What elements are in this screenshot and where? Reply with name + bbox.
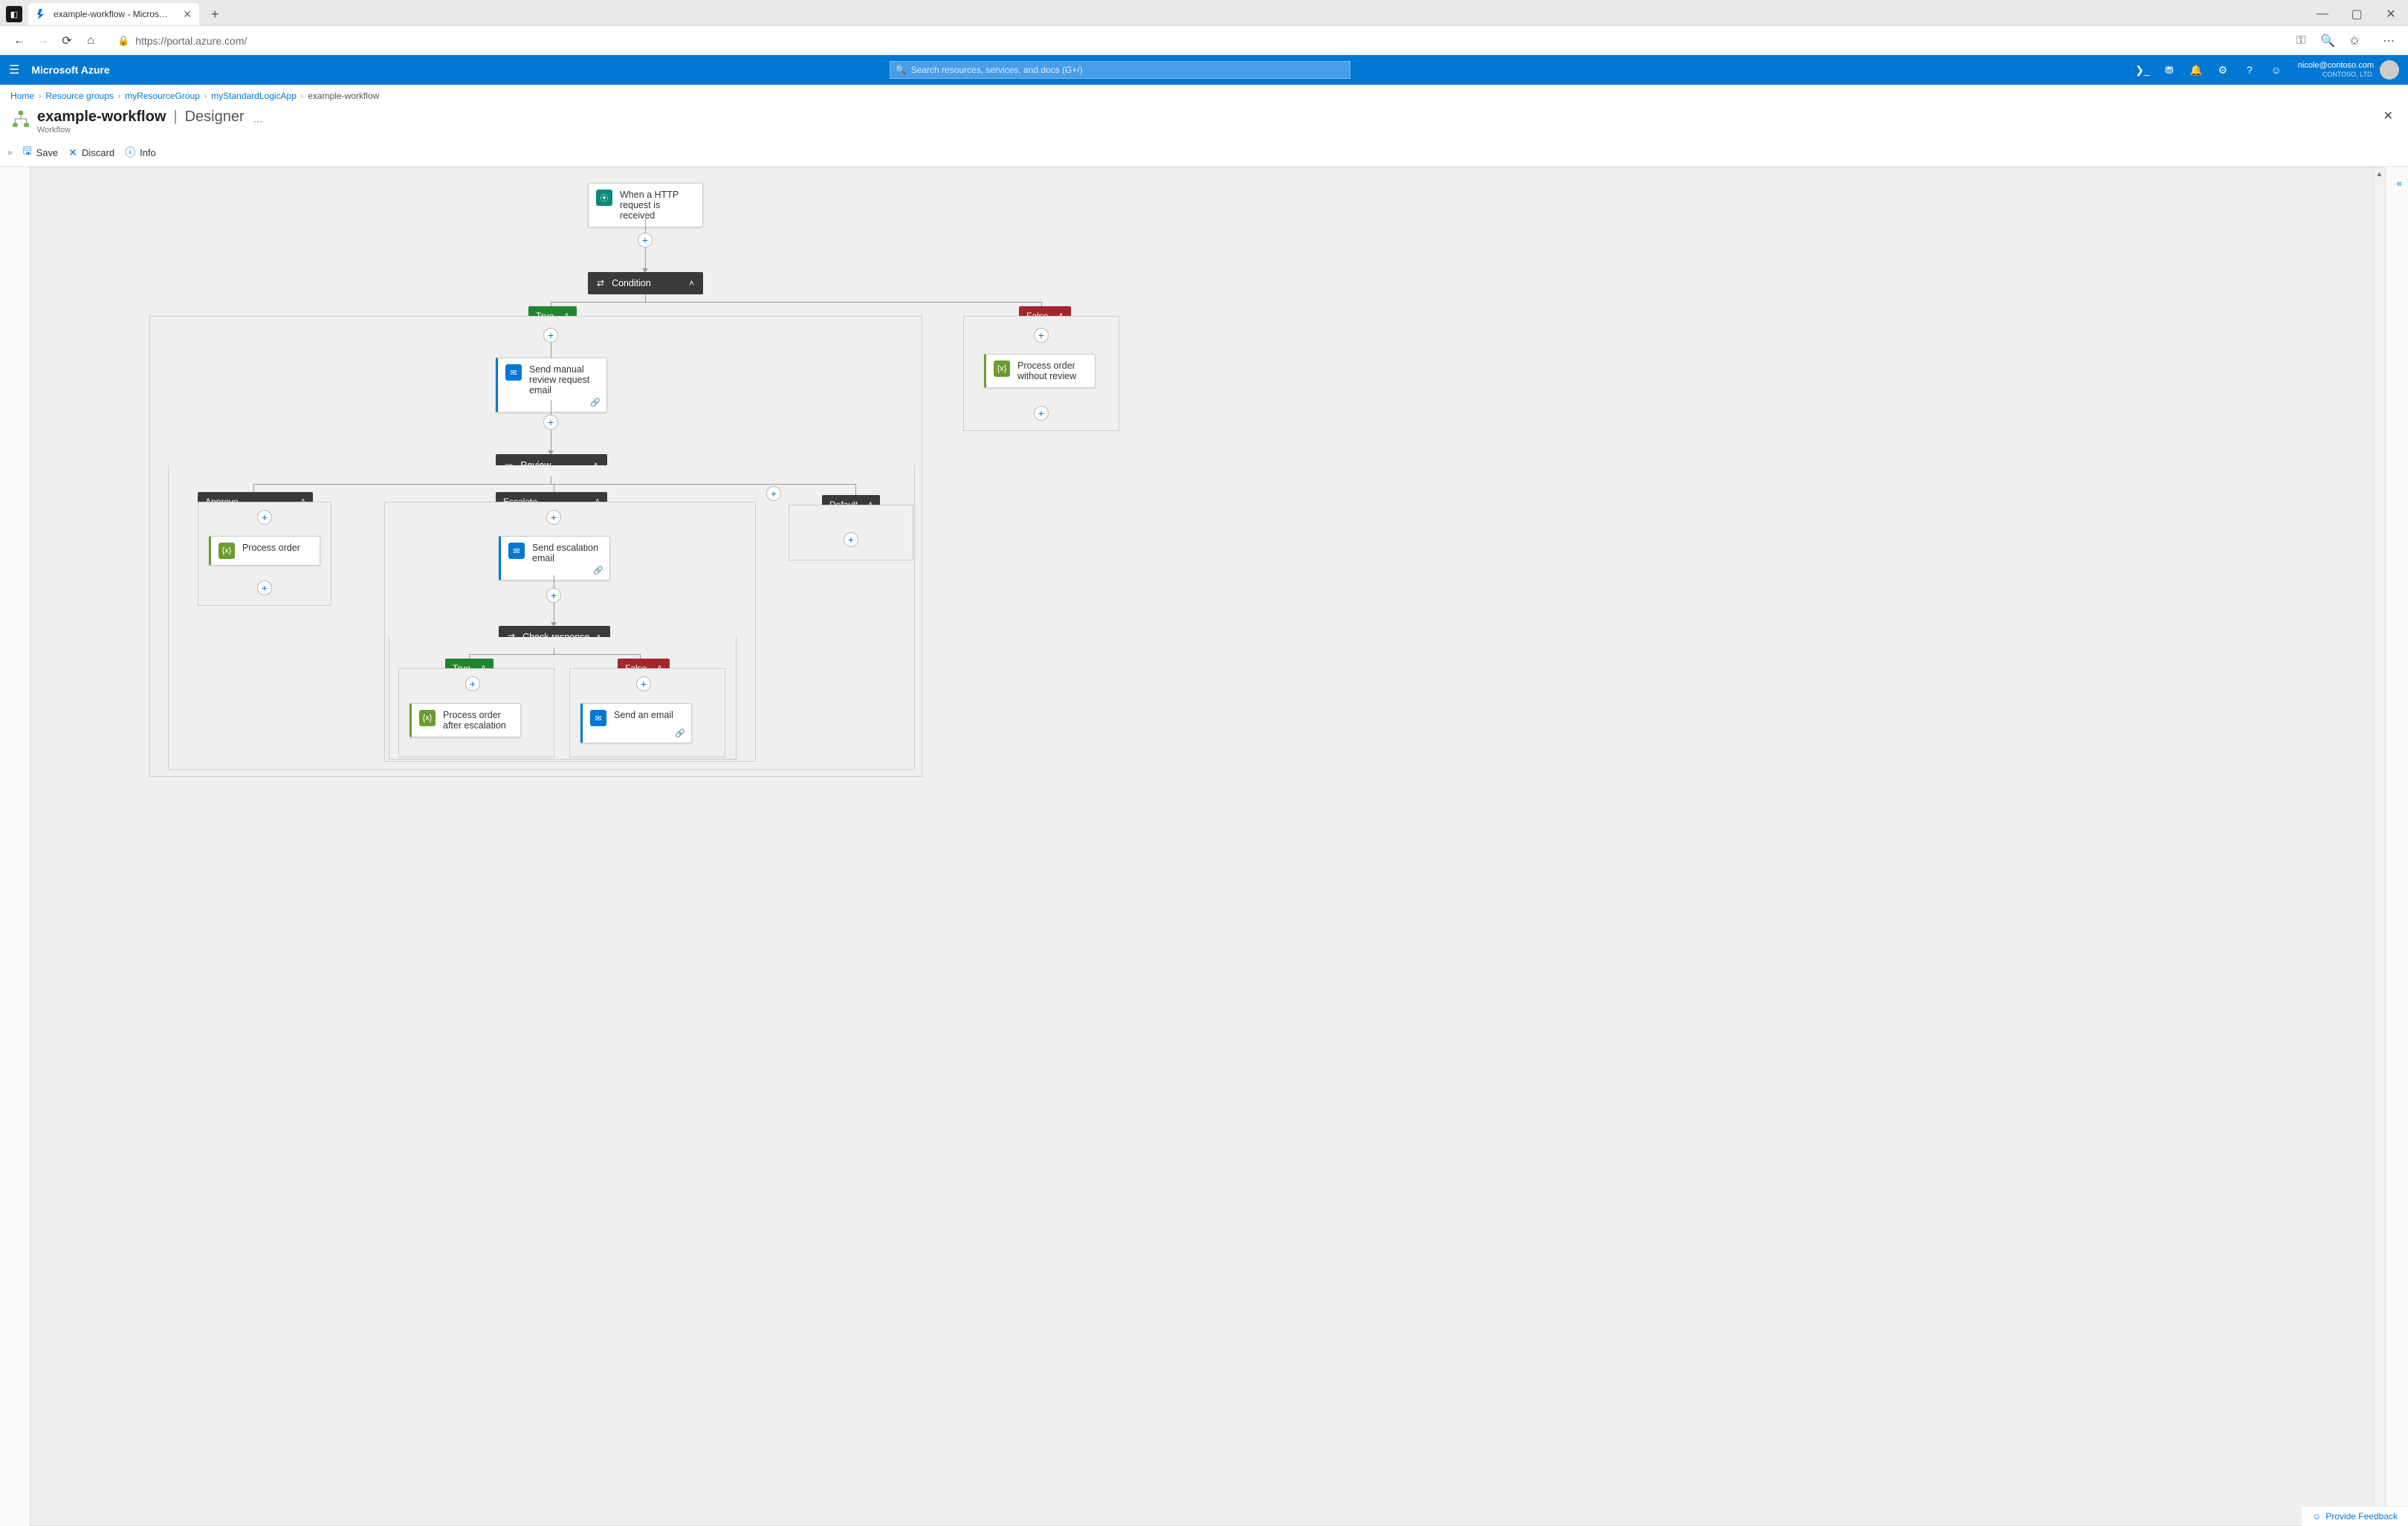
add-step-button[interactable]: + bbox=[638, 233, 653, 248]
settings-icon[interactable]: ⚙ bbox=[2210, 55, 2236, 85]
process-order-node[interactable]: {x} Process order bbox=[209, 536, 320, 566]
more-commands-icon[interactable]: ⋯ bbox=[253, 116, 263, 128]
cloud-shell-icon[interactable]: ❯_ bbox=[2130, 55, 2155, 85]
url-box[interactable]: 🔒 https://portal.azure.com/ bbox=[110, 32, 2282, 50]
zoom-icon[interactable]: 🔍 bbox=[2316, 29, 2340, 53]
page-title: example-workflow bbox=[37, 109, 166, 126]
toolbar: » 🖫Save ✕Discard ⓘInfo bbox=[0, 139, 2408, 166]
feedback-icon: ☺ bbox=[2312, 1511, 2321, 1522]
search-icon: 🔍 bbox=[896, 65, 907, 75]
send-review-email-node[interactable]: ✉ Send manual review request email 🔗 bbox=[496, 358, 607, 413]
address-bar: ← → ⟳ ⌂ 🔒 https://portal.azure.com/ ⚿ 🔍 … bbox=[0, 25, 2408, 55]
key-icon[interactable]: ⚿ bbox=[2289, 29, 2313, 53]
workflow-icon bbox=[10, 109, 31, 129]
browser-tab-bar: ◧ example-workflow - Microsoft A... ✕ + … bbox=[0, 0, 2408, 25]
collapse-panel-icon[interactable]: « bbox=[2397, 178, 2402, 189]
close-blade-button[interactable]: ✕ bbox=[2383, 109, 2393, 123]
minimize-button[interactable]: — bbox=[2305, 3, 2340, 25]
variable-icon: {x} bbox=[219, 543, 235, 559]
help-icon[interactable]: ? bbox=[2237, 55, 2262, 85]
add-step-button[interactable]: + bbox=[465, 676, 480, 691]
page-mode: Designer bbox=[185, 109, 245, 126]
lock-icon: 🔒 bbox=[117, 35, 129, 47]
add-step-button[interactable]: + bbox=[1034, 406, 1049, 421]
save-button[interactable]: 🖫Save bbox=[23, 143, 59, 161]
new-tab-button[interactable]: + bbox=[207, 5, 224, 24]
breadcrumb: Home› Resource groups› myResourceGroup› … bbox=[0, 85, 2408, 107]
send-escalation-email-node[interactable]: ✉ Send escalation email 🔗 bbox=[499, 536, 610, 581]
add-case-button[interactable]: + bbox=[766, 486, 781, 501]
user-org: CONTOSO, LTD. bbox=[2298, 71, 2374, 79]
outlook-icon: ✉ bbox=[508, 543, 525, 559]
more-menu-icon[interactable]: ⋯ bbox=[2377, 29, 2401, 53]
crumb-home[interactable]: Home bbox=[10, 91, 34, 101]
feedback-icon[interactable]: ☺ bbox=[2264, 55, 2289, 85]
app-icon: ◧ bbox=[6, 6, 22, 22]
http-icon: ⦿ bbox=[596, 190, 612, 206]
add-step-button[interactable]: + bbox=[546, 588, 561, 603]
link-icon: 🔗 bbox=[593, 566, 603, 575]
crumb-rg[interactable]: Resource groups bbox=[45, 91, 113, 101]
close-tab-icon[interactable]: ✕ bbox=[183, 8, 192, 21]
crumb-workflow[interactable]: example-workflow bbox=[308, 91, 379, 101]
expand-menu-icon[interactable]: » bbox=[7, 147, 13, 158]
add-step-button[interactable]: + bbox=[543, 328, 558, 343]
close-window-button[interactable]: ✕ bbox=[2374, 3, 2408, 25]
page-title-row: example-workflow | Designer Workflow ⋯ ✕ bbox=[0, 107, 2408, 139]
azure-top-bar: ☰ Microsoft Azure 🔍 ❯_ ⛃ 🔔 ⚙ ? ☺ nicole@… bbox=[0, 55, 2408, 85]
discard-button[interactable]: ✕Discard bbox=[68, 146, 114, 159]
info-button[interactable]: ⓘInfo bbox=[125, 145, 156, 160]
search-input[interactable] bbox=[890, 61, 1350, 79]
add-step-button[interactable]: + bbox=[543, 415, 558, 430]
variable-icon: {x} bbox=[994, 361, 1010, 377]
menu-icon[interactable]: ☰ bbox=[9, 62, 19, 77]
add-step-button[interactable]: + bbox=[636, 676, 651, 691]
crumb-app[interactable]: myStandardLogicApp bbox=[211, 91, 297, 101]
azure-search[interactable]: 🔍 bbox=[890, 61, 1350, 79]
maximize-button[interactable]: ▢ bbox=[2340, 3, 2374, 25]
directories-icon[interactable]: ⛃ bbox=[2157, 55, 2182, 85]
link-icon: 🔗 bbox=[590, 398, 601, 407]
forward-button[interactable]: → bbox=[31, 29, 55, 53]
user-account[interactable]: nicole@contoso.com CONTOSO, LTD. bbox=[2289, 60, 2399, 80]
process-without-review-node[interactable]: {x} Process order without review bbox=[984, 354, 1095, 388]
designer-canvas[interactable]: ▲ ⦿ When a HTTP request is received + ⇄ … bbox=[30, 167, 2386, 1526]
browser-tab[interactable]: example-workflow - Microsoft A... ✕ bbox=[28, 3, 199, 25]
provide-feedback-link[interactable]: ☺ Provide Feedback bbox=[2302, 1506, 2408, 1526]
user-email: nicole@contoso.com bbox=[2298, 61, 2374, 71]
add-step-button[interactable]: + bbox=[257, 510, 272, 525]
outlook-icon: ✉ bbox=[590, 710, 606, 726]
back-button[interactable]: ← bbox=[7, 29, 31, 53]
crumb-myrg[interactable]: myResourceGroup bbox=[125, 91, 200, 101]
add-step-button[interactable]: + bbox=[546, 510, 561, 525]
notifications-icon[interactable]: 🔔 bbox=[2184, 55, 2209, 85]
url-text: https://portal.azure.com/ bbox=[135, 35, 247, 47]
add-step-button[interactable]: + bbox=[1034, 328, 1049, 343]
link-icon: 🔗 bbox=[675, 728, 685, 738]
tab-title: example-workflow - Microsoft A... bbox=[54, 9, 169, 19]
refresh-button[interactable]: ⟳ bbox=[55, 29, 79, 53]
azure-product-name[interactable]: Microsoft Azure bbox=[31, 64, 109, 76]
page-subtitle: Workflow bbox=[37, 126, 245, 135]
azure-favicon bbox=[36, 8, 48, 20]
process-after-escalation-node[interactable]: {x} Process order after escalation bbox=[410, 703, 521, 737]
add-step-button[interactable]: + bbox=[844, 532, 858, 547]
user-avatar bbox=[2380, 60, 2399, 80]
designer-canvas-shell: ▲ ⦿ When a HTTP request is received + ⇄ … bbox=[0, 166, 2408, 1526]
send-an-email-node[interactable]: ✉ Send an email 🔗 bbox=[580, 703, 692, 743]
add-step-button[interactable]: + bbox=[257, 581, 272, 595]
home-button[interactable]: ⌂ bbox=[79, 29, 103, 53]
favorite-icon[interactable]: ✩ bbox=[2343, 29, 2366, 53]
outlook-icon: ✉ bbox=[505, 364, 522, 381]
variable-icon: {x} bbox=[419, 710, 436, 726]
